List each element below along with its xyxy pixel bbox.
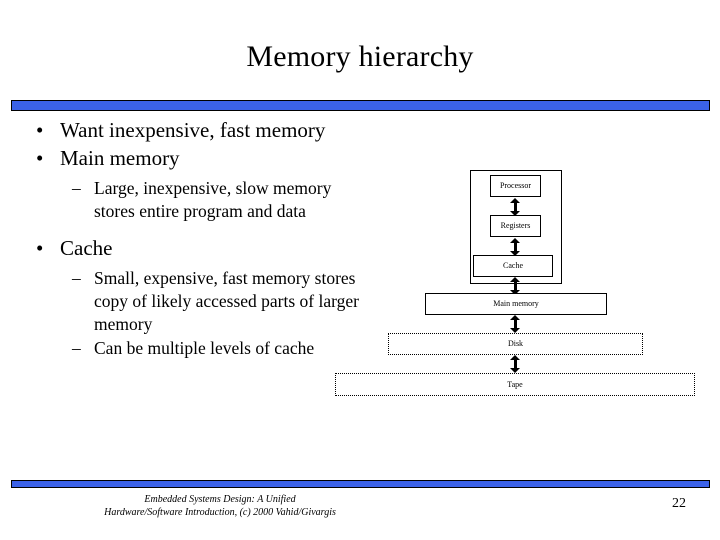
diagram-node-cache: Cache bbox=[473, 255, 553, 277]
diagram-node-main-memory: Main memory bbox=[425, 293, 607, 315]
bullet-item-cache: • Cache – Small, expensive, fast memory … bbox=[22, 235, 367, 360]
sub-bullet-item-multiple-levels-of-cache: – Can be multiple levels of cache bbox=[60, 337, 367, 360]
sub-bullet-list: – Large, inexpensive, slow memory stores… bbox=[60, 177, 367, 223]
diagram-node-tape: Tape bbox=[335, 373, 695, 396]
footer-line-1: Embedded Systems Design: A Unified bbox=[144, 494, 296, 505]
sub-bullet-item-small-expensive-fast: – Small, expensive, fast memory stores c… bbox=[60, 267, 367, 336]
sub-bullet-text: Can be multiple levels of cache bbox=[94, 338, 315, 358]
bullet-list: • Want inexpensive, fast memory • Main m… bbox=[22, 117, 367, 360]
bullet-item-want-inexpensive-fast-memory: • Want inexpensive, fast memory bbox=[22, 117, 367, 143]
slide-body: • Want inexpensive, fast memory • Main m… bbox=[22, 117, 367, 364]
sub-bullet-marker: – bbox=[72, 338, 81, 358]
sub-bullet-text: Small, expensive, fast memory stores cop… bbox=[94, 268, 359, 334]
page-number: 22 bbox=[672, 496, 686, 511]
sub-bullet-item-large-inexpensive-slow: – Large, inexpensive, slow memory stores… bbox=[60, 177, 367, 223]
bullet-text: Cache bbox=[60, 236, 113, 260]
connector-registers-cache bbox=[510, 238, 521, 256]
sub-bullet-list: – Small, expensive, fast memory stores c… bbox=[60, 267, 367, 360]
page-title: Memory hierarchy bbox=[246, 40, 474, 73]
bullet-marker: • bbox=[36, 236, 44, 260]
bullet-marker: • bbox=[36, 146, 44, 170]
footer: Embedded Systems Design: A Unified Hardw… bbox=[0, 493, 440, 519]
diagram-node-registers: Registers bbox=[490, 215, 541, 237]
footer-line-2: Hardware/Software Introduction, (c) 2000… bbox=[104, 507, 336, 518]
title-divider-bar bbox=[11, 100, 710, 111]
bullet-text: Main memory bbox=[60, 146, 180, 170]
diagram-node-disk: Disk bbox=[388, 333, 643, 355]
sub-bullet-marker: – bbox=[72, 268, 81, 288]
footer-divider-bar bbox=[11, 480, 710, 488]
sub-bullet-marker: – bbox=[72, 178, 81, 198]
bullet-text: Want inexpensive, fast memory bbox=[60, 118, 326, 142]
connector-processor-registers bbox=[510, 198, 521, 216]
bullet-item-main-memory: • Main memory – Large, inexpensive, slow… bbox=[22, 145, 367, 223]
connector-disk-tape bbox=[510, 355, 521, 373]
bullet-marker: • bbox=[36, 118, 44, 142]
sub-bullet-text: Large, inexpensive, slow memory stores e… bbox=[94, 178, 332, 221]
connector-main-memory-disk bbox=[510, 315, 521, 333]
diagram-node-processor: Processor bbox=[490, 175, 541, 197]
memory-hierarchy-diagram: Processor Registers Cache Main memory Di… bbox=[330, 165, 710, 405]
